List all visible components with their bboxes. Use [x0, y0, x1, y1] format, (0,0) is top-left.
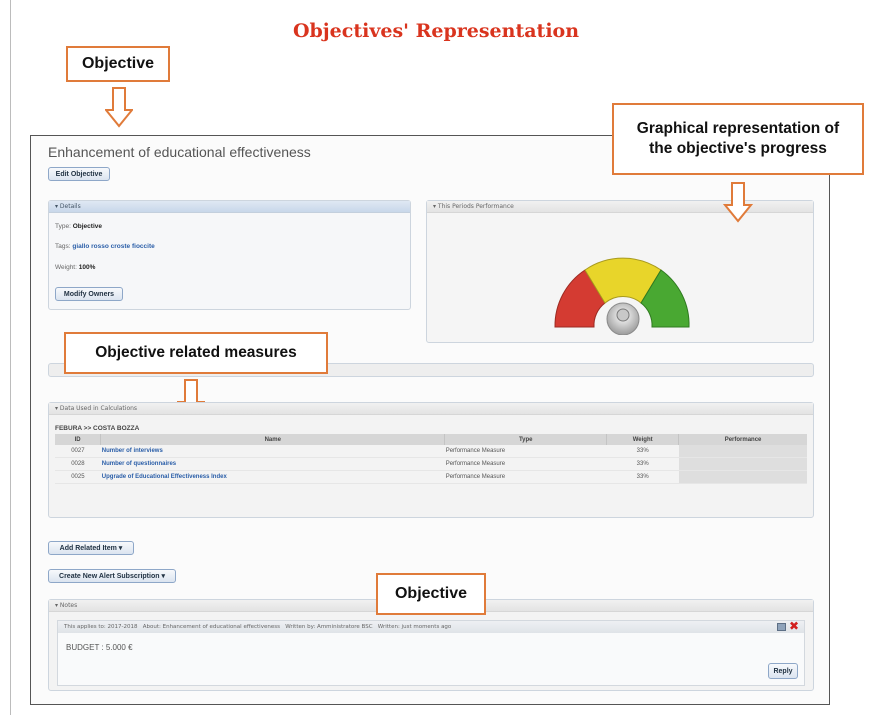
callout-measures: Objective related measures — [64, 332, 328, 374]
cell-type: Performance Measure — [444, 445, 607, 458]
performance-panel: ▾ This Periods Performance — [426, 200, 814, 343]
callout-objective-bottom: Objective — [376, 573, 486, 615]
cell-id: 0025 — [55, 470, 101, 484]
note-body: BUDGET : 5.000 € — [66, 643, 133, 652]
cell-performance — [678, 470, 807, 484]
weight-row: Weight: 100% — [55, 264, 95, 271]
table-row[interactable]: 0028 Number of questionnaires Performanc… — [55, 457, 807, 471]
column-header-name[interactable]: Name — [100, 434, 446, 445]
modify-owners-button[interactable]: Modify Owners — [55, 287, 123, 301]
gauge-needle-cap — [616, 308, 630, 322]
column-header-weight[interactable]: Weight — [606, 434, 680, 445]
down-arrow-icon — [723, 182, 753, 223]
measures-table: ID Name Type Weight Performance 0027 Num… — [55, 434, 807, 484]
weight-label: Weight: — [55, 264, 77, 271]
page-border — [10, 0, 11, 715]
page-title: Objectives' Representation — [292, 20, 580, 42]
cell-name-link[interactable]: Number of interviews — [100, 445, 445, 458]
tags-label: Tags: — [55, 243, 71, 250]
edit-note-icon[interactable] — [777, 623, 786, 631]
column-header-type[interactable]: Type — [444, 434, 608, 445]
table-row[interactable]: 0027 Number of interviews Performance Me… — [55, 445, 807, 458]
type-label: Type: — [55, 223, 71, 230]
tag-link[interactable]: giallo rosso — [72, 243, 108, 250]
down-arrow-icon — [105, 87, 133, 128]
gauge-chart — [554, 257, 690, 335]
weight-value: 100% — [78, 264, 96, 271]
cell-weight: 33% — [606, 445, 679, 458]
table-row[interactable]: 0025 Upgrade of Educational Effectivenes… — [55, 470, 807, 484]
data-used-panel-header[interactable]: ▾ Data Used in Calculations — [49, 403, 813, 415]
type-row: Type: Objective — [55, 223, 102, 230]
data-breadcrumb: FEBURA >> COSTA BOZZA — [55, 425, 140, 432]
tag-link[interactable]: croste fioccite — [111, 243, 155, 250]
note-timestamp: Written: just moments ago — [377, 624, 452, 630]
column-header-performance[interactable]: Performance — [678, 434, 807, 445]
column-header-id[interactable]: ID — [55, 434, 102, 445]
details-panel: ▾ Details Type: Objective Tags: giallo r… — [48, 200, 411, 310]
cell-weight: 33% — [606, 470, 679, 484]
cell-id: 0028 — [55, 457, 101, 471]
cell-id: 0027 — [55, 445, 101, 458]
note-meta-bar: This applies to: 2017-2018 About: Enhanc… — [58, 621, 804, 633]
cell-performance — [678, 457, 807, 471]
cell-name-link[interactable]: Number of questionnaires — [100, 457, 445, 471]
callout-graphical: Graphical representation of the objectiv… — [612, 103, 864, 175]
tags-row: Tags: giallo rosso croste fioccite — [55, 243, 155, 250]
details-panel-header[interactable]: ▾ Details — [49, 201, 410, 213]
cell-weight: 33% — [606, 457, 679, 471]
note-card: This applies to: 2017-2018 About: Enhanc… — [57, 619, 805, 686]
add-related-item-button[interactable]: Add Related Item ▾ — [48, 541, 134, 555]
cell-name-link[interactable]: Upgrade of Educational Effectiveness Ind… — [100, 470, 445, 484]
note-about: About: Enhancement of educational effect… — [142, 624, 280, 630]
data-used-panel: ▾ Data Used in Calculations FEBURA >> CO… — [48, 402, 814, 518]
objective-title: Enhancement of educational effectiveness — [48, 144, 311, 160]
delete-note-icon[interactable]: ✖ — [789, 619, 799, 633]
callout-objective-top: Objective — [66, 46, 170, 82]
edit-objective-button[interactable]: Edit Objective — [48, 167, 110, 181]
create-alert-subscription-button[interactable]: Create New Alert Subscription ▾ — [48, 569, 176, 583]
reply-button[interactable]: Reply — [768, 663, 798, 679]
note-period: This applies to: 2017-2018 — [64, 624, 138, 630]
cell-performance — [678, 445, 807, 458]
cell-type: Performance Measure — [444, 457, 607, 471]
table-header-row: ID Name Type Weight Performance — [55, 434, 807, 445]
performance-panel-header[interactable]: ▾ This Periods Performance — [427, 201, 813, 213]
cell-type: Performance Measure — [444, 470, 607, 484]
type-value: Objective — [72, 223, 102, 230]
note-author: Written by: Amministratore BSC — [285, 624, 373, 630]
